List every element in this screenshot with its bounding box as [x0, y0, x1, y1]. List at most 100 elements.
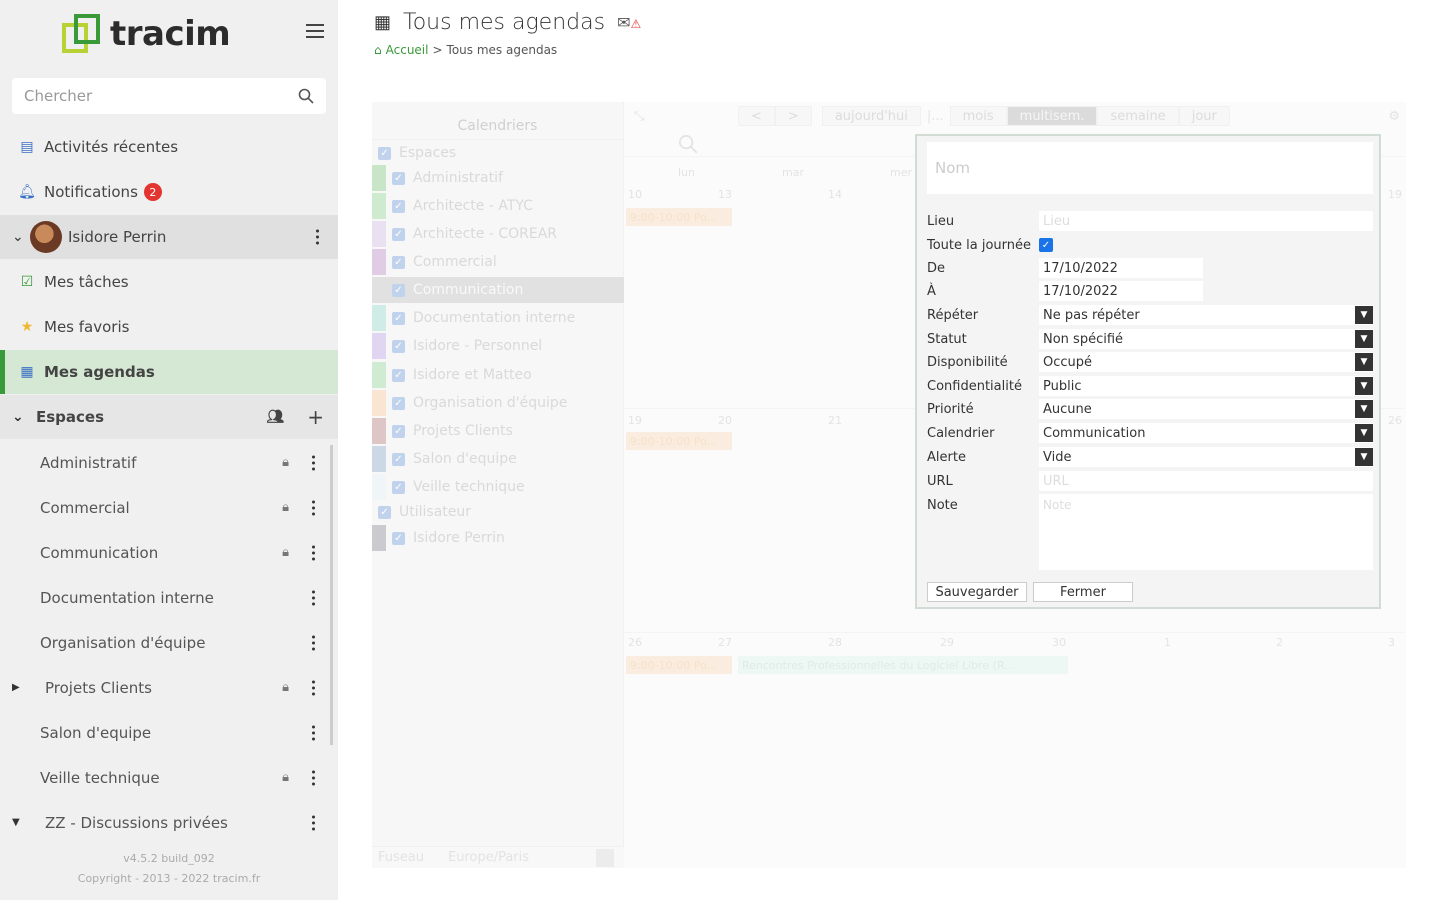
repeat-select[interactable]: Ne pas répéter ▼: [1039, 305, 1373, 325]
checkbox-icon[interactable]: ✓: [392, 283, 405, 297]
timezone-dropdown-icon[interactable]: [596, 848, 614, 867]
email-warning-icon[interactable]: ✉⚠: [617, 13, 641, 32]
calendar-item[interactable]: ✓ Isidore Perrin: [372, 525, 624, 551]
search-icon[interactable]: [678, 134, 698, 154]
calendar-item[interactable]: ✓ Administratif: [372, 165, 624, 191]
space-menu-icon[interactable]: [312, 590, 316, 605]
week-view-button[interactable]: semaine: [1097, 106, 1179, 126]
checkbox-icon[interactable]: ✓: [392, 199, 405, 213]
nav-spaces[interactable]: ⌄ Espaces 👥︎ +: [0, 395, 338, 439]
calendar-item[interactable]: ✓ Isidore et Matteo: [372, 362, 624, 388]
checkbox-icon[interactable]: ✓: [392, 255, 405, 269]
calendar-select[interactable]: Communication ▼: [1039, 423, 1373, 443]
space-item[interactable]: Organisation d'équipe: [0, 620, 334, 665]
save-button[interactable]: Sauvegarder: [927, 582, 1027, 602]
calendar-group[interactable]: ✓ Espaces: [372, 140, 624, 166]
checkbox-icon[interactable]: ✓: [392, 531, 405, 545]
space-item[interactable]: Communication 🔒︎: [0, 530, 334, 575]
location-input[interactable]: [1039, 211, 1373, 231]
availability-select[interactable]: Occupé ▼: [1039, 352, 1373, 372]
note-textarea[interactable]: [1039, 494, 1373, 570]
calendar-item[interactable]: ✓ Architecte - COREAR: [372, 221, 624, 247]
month-view-button[interactable]: mois: [949, 106, 1007, 126]
calendar-group[interactable]: ✓ Utilisateur: [372, 499, 624, 525]
today-button[interactable]: aujourd'hui: [821, 106, 921, 126]
url-input[interactable]: [1039, 471, 1373, 491]
checkbox-icon[interactable]: ✓: [378, 505, 391, 519]
nav-notifications[interactable]: 🔔︎ Notifications 2: [0, 170, 338, 214]
nav-user[interactable]: ⌄ Isidore Perrin: [0, 215, 338, 259]
space-item[interactable]: Salon d'equipe: [0, 710, 334, 755]
checkbox-icon[interactable]: ✓: [392, 311, 405, 325]
checkbox-icon[interactable]: ✓: [392, 227, 405, 241]
space-item[interactable]: Administratif 🔒︎: [0, 440, 334, 485]
menu-toggle-icon[interactable]: [306, 24, 324, 38]
calendar-item[interactable]: ✓ Architecte - ATYC: [372, 193, 624, 219]
tracim-logo[interactable]: tracim: [62, 10, 231, 58]
calendar-item[interactable]: ✓ Isidore - Personnel: [372, 333, 624, 359]
timezone-value[interactable]: Europe/Paris: [448, 850, 529, 865]
add-space-icon[interactable]: +: [307, 405, 324, 429]
chevron-down-icon[interactable]: ⌄: [12, 229, 26, 245]
chevron-right-icon[interactable]: ▶: [12, 682, 20, 693]
calendar-event[interactable]: 9:00-10:00 Po...: [626, 208, 732, 226]
priority-select[interactable]: Aucune ▼: [1039, 399, 1373, 419]
space-menu-icon[interactable]: [312, 500, 316, 515]
checkbox-icon[interactable]: ✓: [392, 424, 405, 438]
space-item[interactable]: Documentation interne: [0, 575, 334, 620]
calendar-settings-icon[interactable]: ⚙: [1388, 109, 1400, 124]
search-input[interactable]: [24, 87, 298, 105]
prev-button[interactable]: <: [738, 106, 775, 126]
space-menu-icon[interactable]: [312, 635, 316, 650]
calendar-item[interactable]: ✓ Commercial: [372, 249, 624, 275]
nav-my-favorites[interactable]: ★ Mes favoris: [0, 305, 338, 349]
space-menu-icon[interactable]: [312, 725, 316, 740]
checkbox-icon[interactable]: ✓: [392, 368, 405, 382]
close-button[interactable]: Fermer: [1033, 582, 1133, 602]
calendar-item[interactable]: ✓ Organisation d'équipe: [372, 390, 624, 416]
space-item[interactable]: Veille technique 🔒︎: [0, 755, 334, 800]
checkbox-icon[interactable]: ✓: [392, 339, 405, 353]
space-menu-icon[interactable]: [312, 680, 316, 695]
checkbox-icon[interactable]: ✓: [392, 396, 405, 410]
alarm-select[interactable]: Vide ▼: [1039, 447, 1373, 467]
checkbox-icon[interactable]: ✓: [392, 452, 405, 466]
event-name-input[interactable]: [927, 142, 1373, 194]
space-menu-icon[interactable]: [312, 455, 316, 470]
allday-checkbox[interactable]: ✓: [1039, 238, 1053, 252]
calendar-event[interactable]: 9:00-10:00 Po...: [626, 432, 732, 450]
checkbox-icon[interactable]: ✓: [378, 146, 391, 160]
calendar-event[interactable]: 9:00-10:00 Po...: [626, 656, 732, 674]
day-view-button[interactable]: jour: [1178, 106, 1230, 126]
calendar-event[interactable]: Rencontres Professionnelles du Logiciel …: [738, 656, 1068, 674]
calendar-item[interactable]: ✓ Salon d'equipe: [372, 446, 624, 472]
status-select[interactable]: Non spécifié ▼: [1039, 329, 1373, 349]
calendar-item[interactable]: ✓ Projets Clients: [372, 418, 624, 444]
checkbox-icon[interactable]: ✓: [392, 480, 405, 494]
space-item[interactable]: ▼ ZZ - Discussions privées: [0, 800, 334, 845]
checkbox-icon[interactable]: ✓: [392, 171, 405, 185]
fullscreen-icon[interactable]: ⤡: [634, 109, 658, 124]
chevron-down-icon[interactable]: ⌄: [12, 409, 26, 425]
calendar-item[interactable]: ✓ Documentation interne: [372, 305, 624, 331]
to-date-input[interactable]: 17/10/2022: [1039, 281, 1203, 301]
space-menu-icon[interactable]: [312, 770, 316, 785]
space-item[interactable]: Commercial 🔒︎: [0, 485, 334, 530]
next-button[interactable]: >: [774, 106, 812, 126]
nav-my-tasks[interactable]: ☑ Mes tâches: [0, 260, 338, 304]
breadcrumb-home[interactable]: Accueil: [386, 43, 429, 57]
privacy-select[interactable]: Public ▼: [1039, 376, 1373, 396]
space-menu-icon[interactable]: [312, 815, 316, 830]
nav-recent-activities[interactable]: ▤ Activités récentes: [0, 125, 338, 169]
users-icon[interactable]: 👥︎: [266, 409, 284, 425]
multiweek-view-button[interactable]: multisem.: [1006, 106, 1098, 126]
sidebar-scrollbar[interactable]: [330, 445, 333, 745]
calendar-item[interactable]: ✓ Veille technique: [372, 474, 624, 500]
chevron-down-icon[interactable]: ▼: [12, 817, 20, 828]
calendar-item[interactable]: ✓ Communication: [372, 277, 624, 303]
space-menu-icon[interactable]: [312, 545, 316, 560]
nav-my-agendas[interactable]: ▦ Mes agendas: [0, 350, 338, 394]
search-icon[interactable]: [298, 88, 314, 104]
user-menu-icon[interactable]: [316, 229, 320, 245]
from-date-input[interactable]: 17/10/2022: [1039, 258, 1203, 278]
